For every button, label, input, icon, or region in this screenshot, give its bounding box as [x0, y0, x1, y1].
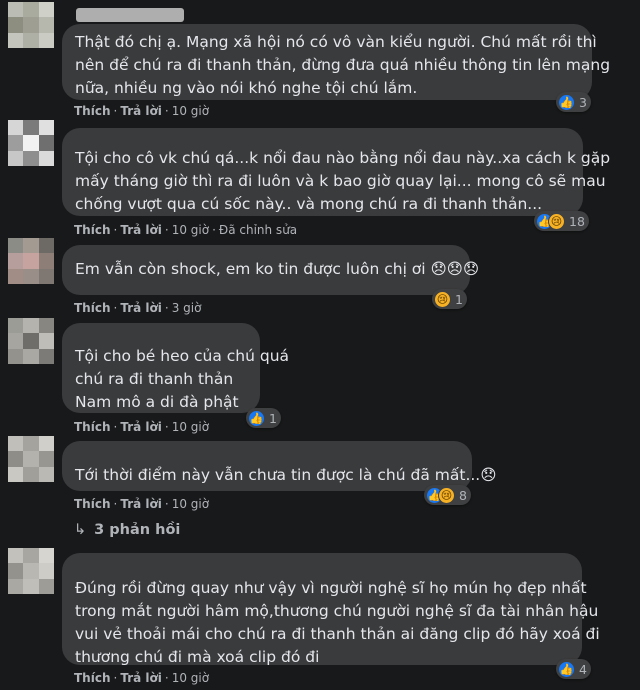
avatar[interactable] — [8, 120, 54, 166]
comment-bubble: Tội cho bé heo của chú quá chú ra đi tha… — [62, 323, 290, 413]
comment-bubble: Tới thời điểm này vẫn chưa tin được là c… — [62, 441, 497, 491]
reaction-count: 1 — [269, 410, 277, 426]
reaction-summary[interactable]: 👍 😢 8 — [424, 485, 471, 505]
reply-button[interactable]: Trả lời — [120, 104, 162, 118]
reaction-summary[interactable]: 👍 😢 18 — [534, 211, 589, 231]
avatar[interactable] — [8, 548, 54, 594]
reaction-count: 1 — [455, 291, 463, 307]
timestamp[interactable]: 10 giờ — [172, 223, 209, 237]
sad-icon: 😢 — [548, 212, 565, 230]
comment-text: chú ra đi thanh thản — [75, 370, 234, 388]
like-icon: 👍 — [558, 93, 575, 111]
timestamp[interactable]: 10 giờ — [172, 671, 209, 685]
timestamp[interactable]: 3 giờ — [172, 301, 202, 315]
reply-button[interactable]: Trả lời — [120, 223, 162, 237]
comment-bubble: Tội cho cô vk chú qá...k nổi đau nào bằn… — [62, 128, 611, 216]
comment-actions: Thích · Trả lời · 10 giờ — [74, 420, 210, 434]
comment-actions: Thích · Trả lời · 10 giờ — [74, 104, 210, 118]
comment-text: Đúng rồi đừng quay như vậy vì người nghệ… — [75, 579, 587, 597]
comment-text: Tội cho cô vk chú qá...k nổi đau nào bằn… — [75, 149, 611, 167]
comment-text: Thật đó chị ạ. Mạng xã hội nó có vô vàn … — [75, 33, 597, 51]
reaction-summary[interactable]: 👍 1 — [246, 408, 281, 428]
reaction-summary[interactable]: 👍 4 — [556, 659, 591, 679]
reaction-count: 18 — [569, 213, 585, 229]
reply-button[interactable]: Trả lời — [120, 301, 162, 315]
comment-text: Tội cho bé heo của chú quá — [75, 347, 290, 365]
reply-arrow-icon: ↳ — [74, 522, 87, 538]
comment-actions: Thích · Trả lời · 3 giờ — [74, 301, 202, 315]
timestamp[interactable]: 10 giờ — [172, 104, 209, 118]
edited-label: Đã chỉnh sửa — [218, 223, 298, 237]
view-replies-link[interactable]: ↳ 3 phản hồi — [74, 522, 180, 538]
comment-text: Tới thời điểm này vẫn chưa tin được là c… — [75, 466, 497, 484]
reaction-count: 8 — [459, 487, 467, 503]
comment-text: Em vẫn còn shock, em ko tin được luôn ch… — [75, 260, 479, 278]
author-name[interactable] — [76, 8, 184, 22]
like-button[interactable]: Thích — [74, 223, 111, 237]
timestamp[interactable]: 10 giờ — [172, 497, 209, 511]
avatar[interactable] — [8, 436, 54, 482]
avatar[interactable] — [8, 238, 54, 284]
reply-button[interactable]: Trả lời — [120, 671, 162, 685]
reaction-count: 3 — [579, 94, 587, 110]
replies-count: 3 phản hồi — [94, 522, 181, 538]
reaction-summary[interactable]: 👍 3 — [556, 92, 591, 112]
comment-text: nên để chú ra đi thanh thản, đừng đưa qu… — [75, 56, 611, 74]
comment-text: vui vẻ thoải mái cho chú ra đi thanh thả… — [75, 625, 600, 643]
comment-text: nữa, nhiều ng vào nói khó nghe tội chú l… — [75, 79, 418, 97]
like-button[interactable]: Thích — [74, 420, 111, 434]
comment-bubble: Đúng rồi đừng quay như vậy vì người nghệ… — [62, 553, 600, 666]
reply-button[interactable]: Trả lời — [120, 497, 162, 511]
comment-actions: Thích · Trả lời · 10 giờ · Đã chỉnh sửa — [74, 223, 298, 237]
like-button[interactable]: Thích — [74, 104, 111, 118]
like-button[interactable]: Thích — [74, 301, 111, 315]
comment-text: Nam mô a di đà phật — [75, 393, 239, 411]
sad-icon: 😢 — [434, 290, 451, 308]
comment-bubble: Em vẫn còn shock, em ko tin được luôn ch… — [62, 245, 479, 295]
comment-text: mấy tháng giờ thì ra đi luôn và k bao gi… — [75, 172, 606, 190]
like-icon: 👍 — [248, 409, 265, 427]
comment-actions: Thích · Trả lời · 10 giờ — [74, 671, 210, 685]
reaction-count: 4 — [579, 661, 587, 677]
timestamp[interactable]: 10 giờ — [172, 420, 209, 434]
comment-text: thương chú đi mà xoá clip đó đi — [75, 648, 320, 666]
avatar[interactable] — [8, 2, 54, 48]
avatar[interactable] — [8, 318, 54, 364]
comment-actions: Thích · Trả lời · 10 giờ — [74, 497, 210, 511]
like-icon: 👍 — [558, 660, 575, 678]
like-button[interactable]: Thích — [74, 671, 111, 685]
like-button[interactable]: Thích — [74, 497, 111, 511]
reply-button[interactable]: Trả lời — [120, 420, 162, 434]
comment-text: trong mắt người hâm mộ,thương chú người … — [75, 602, 599, 620]
reaction-summary[interactable]: 😢 1 — [432, 289, 467, 309]
sad-icon: 😢 — [438, 486, 455, 504]
comment-text: chống vượt qua cú sốc này.. và mong chú … — [75, 195, 543, 213]
comment-bubble: Thật đó chị ạ. Mạng xã hội nó có vô vàn … — [62, 24, 611, 100]
